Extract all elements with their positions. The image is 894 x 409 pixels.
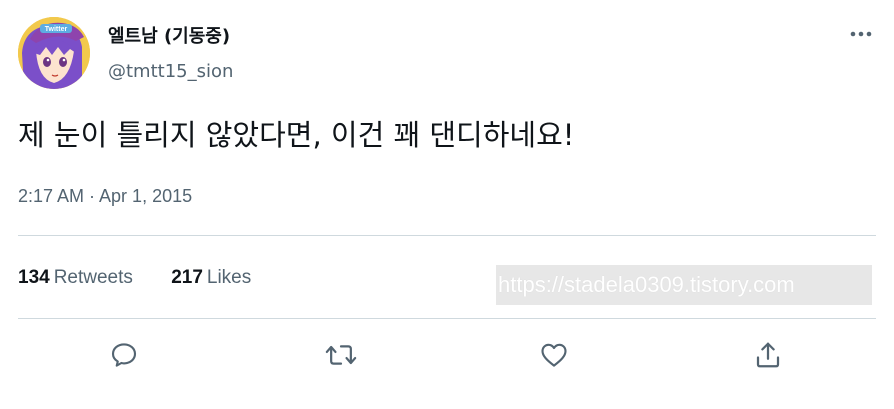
retweets-stat[interactable]: 134 Retweets <box>18 265 133 291</box>
more-button[interactable] <box>842 20 880 48</box>
tweet-text: 제 눈이 틀리지 않았다면, 이건 꽤 댄디하네요! <box>18 118 575 152</box>
retweet-icon <box>325 345 357 365</box>
avatar[interactable]: Twitter <box>18 17 90 89</box>
tweet-detail: Twitter 엘트남 (기동중) @tmtt15_sion 제 눈이 틀리지 … <box>0 0 894 409</box>
display-name[interactable]: 엘트남 (기동중) <box>108 25 230 49</box>
divider <box>18 235 876 236</box>
more-horizontal-icon <box>850 31 872 37</box>
timestamp[interactable]: 2:17 AM · Apr 1, 2015 <box>18 184 192 208</box>
reply-icon <box>111 343 137 367</box>
retweet-button[interactable] <box>324 338 358 372</box>
retweets-label: Retweets <box>53 267 133 288</box>
likes-label: Likes <box>206 267 252 288</box>
share-icon <box>756 342 780 368</box>
likes-count: 217 <box>171 267 203 288</box>
share-button[interactable] <box>751 338 785 372</box>
watermark: https://stadela0309.tistory.com <box>496 265 872 305</box>
avatar-image: Twitter <box>18 17 90 89</box>
handle[interactable]: @tmtt15_sion <box>108 60 233 84</box>
tweet-stats: 134 Retweets 217 Likes <box>18 265 284 291</box>
likes-stat[interactable]: 217 Likes <box>171 265 251 291</box>
divider <box>18 318 876 319</box>
avatar-banner-text: Twitter <box>45 26 68 33</box>
retweets-count: 134 <box>18 267 50 288</box>
reply-button[interactable] <box>107 338 141 372</box>
like-button[interactable] <box>537 338 571 372</box>
heart-icon <box>541 343 567 367</box>
